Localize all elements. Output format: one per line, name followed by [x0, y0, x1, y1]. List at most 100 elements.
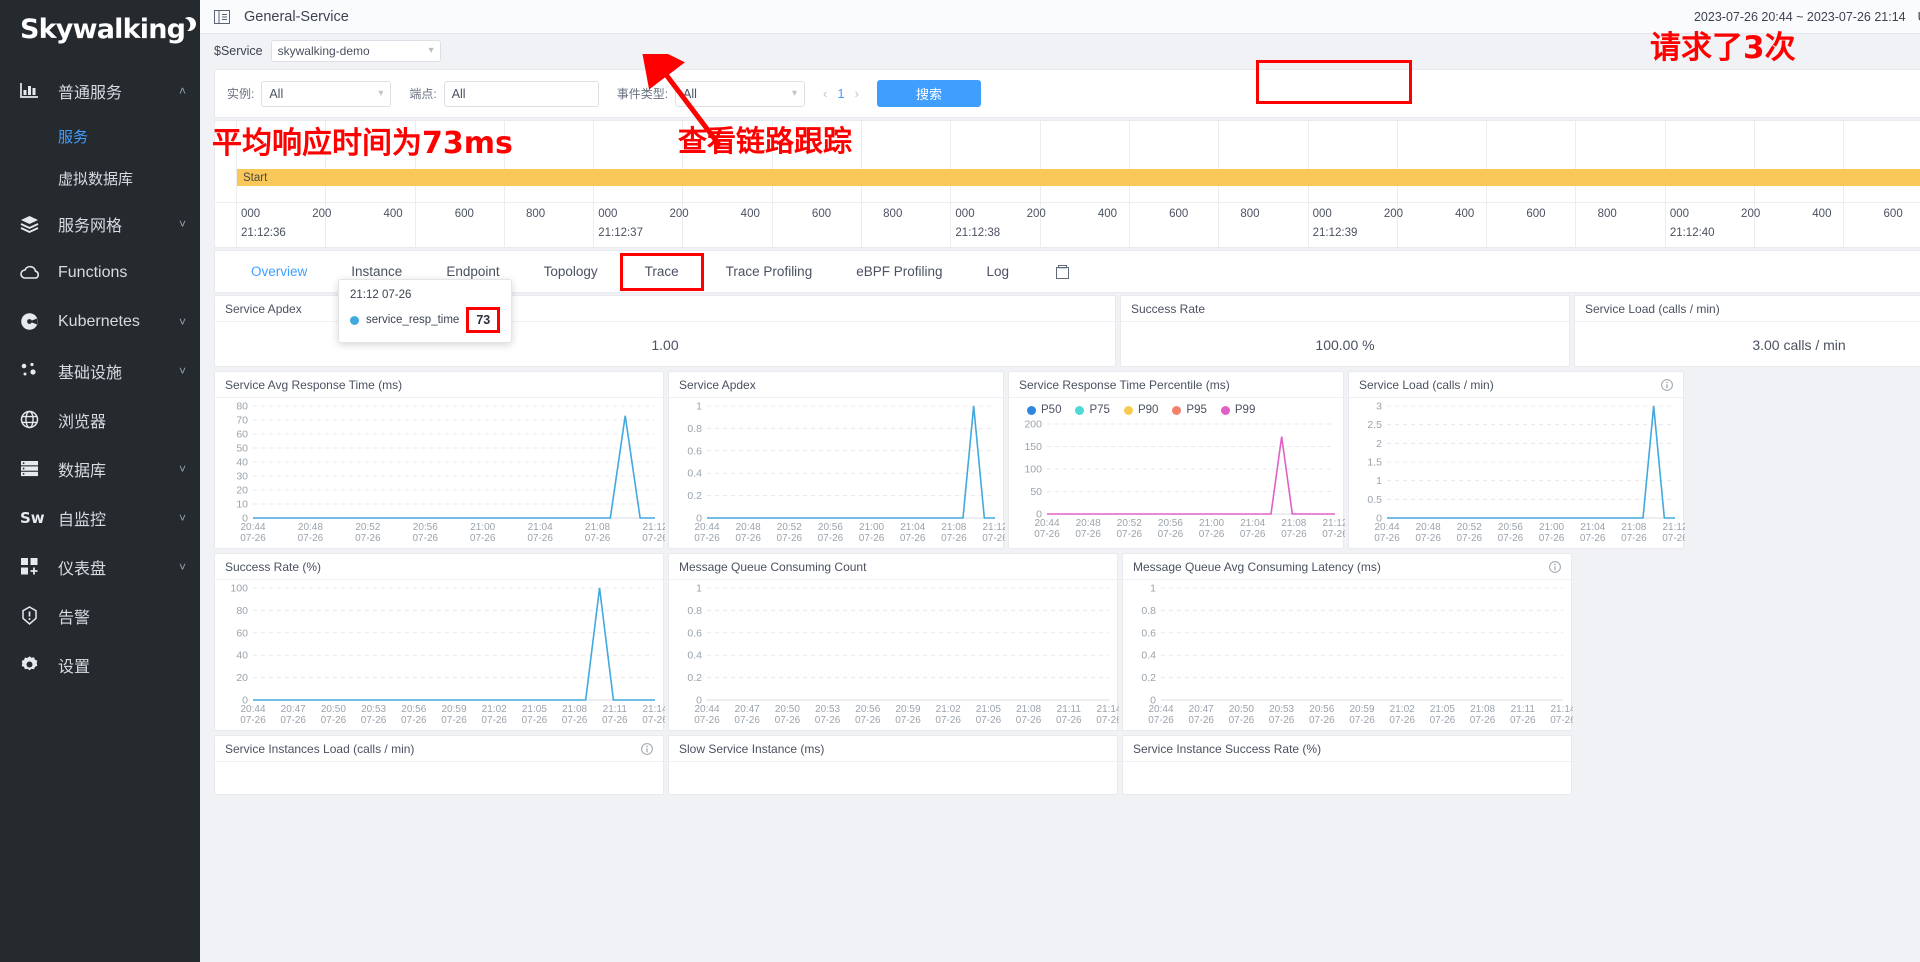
- sidebar-item-browser[interactable]: 浏览器: [0, 395, 200, 444]
- svg-text:07-26: 07-26: [1550, 715, 1573, 726]
- sidebar-item-kubernetes[interactable]: Kubernetes ˅: [0, 297, 200, 346]
- svg-text:07-26: 07-26: [1430, 715, 1456, 726]
- svg-text:07-26: 07-26: [1269, 715, 1295, 726]
- card-title-text: Message Queue Avg Consuming Latency (ms): [1133, 559, 1381, 574]
- svg-text:20:56: 20:56: [1158, 518, 1183, 529]
- sidebar-item-functions[interactable]: Functions: [0, 248, 200, 297]
- tab-overview[interactable]: Overview: [229, 250, 329, 293]
- sidebar-item-database[interactable]: 数据库 ˅: [0, 444, 200, 493]
- info-icon[interactable]: [1661, 378, 1673, 391]
- timeline-tick: 600: [1526, 208, 1546, 220]
- svg-text:07-26: 07-26: [776, 533, 802, 544]
- svg-text:0.6: 0.6: [687, 445, 702, 457]
- pagination-prev[interactable]: ‹: [823, 86, 827, 101]
- timeline-second-label: 21:12:36: [241, 227, 286, 239]
- tab-log[interactable]: Log: [965, 250, 1032, 293]
- service-select[interactable]: skywalking-demo ▾: [270, 39, 441, 62]
- card-title: Service Load (calls / min): [1575, 296, 1920, 322]
- sidebar-item-dashboard[interactable]: 仪表盘 ˅: [0, 542, 200, 591]
- sidebar-item-label: 仪表盘: [58, 560, 107, 578]
- sidebar-subitem-services[interactable]: 服务: [0, 115, 200, 157]
- timeline-tick: 400: [1812, 208, 1832, 220]
- sidebar-item-general-service[interactable]: 普通服务 ˄: [0, 66, 200, 115]
- svg-text:20:52: 20:52: [355, 522, 380, 533]
- chart-bar-icon: [20, 81, 46, 101]
- svg-text:07-26: 07-26: [527, 533, 553, 544]
- copy-icon[interactable]: [1055, 264, 1070, 280]
- chart-service-avg-response-time[interactable]: 0 10 20 30 40 50 60 70 80 20:44 07-26 20:48 07-26 20:…: [215, 398, 665, 548]
- svg-text:20:52: 20:52: [777, 522, 802, 533]
- svg-text:40: 40: [236, 650, 248, 662]
- sidebar-subitem-virtual-database[interactable]: 虚拟数据库: [0, 157, 200, 199]
- legend-item-p75[interactable]: P75: [1075, 404, 1110, 416]
- sidebar-item-service-mesh[interactable]: 服务网格 ˅: [0, 199, 200, 248]
- logo[interactable]: Skywalking: [0, 0, 200, 58]
- legend-item-p95[interactable]: P95: [1172, 404, 1207, 416]
- svg-text:60: 60: [236, 429, 248, 441]
- card-title: Service Avg Response Time (ms): [215, 372, 663, 398]
- chart-service-load[interactable]: 0 0.5 1 1.5 2 2.5 3 20:44 07-26 20:48 07-26 20:52 07…: [1349, 398, 1685, 548]
- svg-text:21:08: 21:08: [562, 704, 587, 715]
- time-range-picker[interactable]: 2023-07-26 20:44 ~ 2023-07-26 21:14: [1694, 10, 1906, 24]
- timeline-tick: 800: [525, 208, 546, 220]
- service-load-value: 3.00 calls / min: [1752, 336, 1846, 353]
- trace-timeline[interactable]: Start 000 200 400 600 800 21:12:36 000 200 400 60…: [214, 120, 1920, 248]
- alarm-icon: [20, 606, 46, 626]
- trace-span-bar[interactable]: Start: [237, 169, 1920, 186]
- legend-item-p50[interactable]: P50: [1027, 404, 1061, 416]
- info-icon[interactable]: [1549, 560, 1561, 573]
- svg-text:07-26: 07-26: [818, 533, 844, 544]
- collapse-sidebar-icon[interactable]: [214, 9, 230, 24]
- sidebar-subitem-label: 虚拟数据库: [58, 170, 134, 188]
- svg-text:21:04: 21:04: [1240, 518, 1265, 529]
- timeline-second-label: 21:12:38: [955, 227, 1001, 239]
- svg-text:20:50: 20:50: [775, 704, 800, 715]
- tab-trace-profiling[interactable]: Trace Profiling: [704, 250, 835, 293]
- svg-text:20:56: 20:56: [1309, 704, 1334, 715]
- chart-service-apdex[interactable]: 0 0.2 0.4 0.6 0.8 1 20:44 07-26 20:48 07-26 20:52 0…: [669, 398, 1005, 548]
- legend-item-p90[interactable]: P90: [1123, 404, 1158, 416]
- cloud-icon: [20, 263, 46, 283]
- instance-select[interactable]: All ▾: [261, 80, 392, 107]
- chart-service-response-time-percentile[interactable]: 0 50 100 150 200 20:44 07-26 20:48 07-26 20:52 07-…: [1009, 416, 1345, 544]
- pagination-next[interactable]: ›: [855, 86, 859, 101]
- svg-text:20:59: 20:59: [895, 704, 920, 715]
- chart-svg-service-avg-response-time: 0102030405060708020:4407-2620:4807-2620:…: [236, 401, 665, 545]
- timeline-second-label: 21:12:37: [598, 227, 643, 239]
- svg-text:20:50: 20:50: [321, 704, 346, 715]
- sidebar-item-label: 设置: [58, 658, 91, 676]
- legend-item-p99[interactable]: P99: [1220, 404, 1255, 416]
- timeline-tick: 000: [241, 208, 261, 220]
- svg-text:21:14: 21:14: [1096, 704, 1119, 715]
- tab-ebpf-profiling[interactable]: eBPF Profiling: [834, 250, 964, 293]
- sidebar-item-alarm[interactable]: 告警: [0, 591, 200, 640]
- svg-text:20:53: 20:53: [361, 704, 386, 715]
- sidebar-item-infrastructure[interactable]: 基础设施 ˅: [0, 346, 200, 395]
- svg-text:10: 10: [236, 499, 248, 511]
- tab-label: eBPF Profiling: [856, 264, 943, 279]
- tooltip-series-dot: [350, 315, 359, 325]
- endpoint-input[interactable]: All: [443, 80, 599, 107]
- search-button[interactable]: 搜索: [876, 80, 981, 107]
- service-var-label: $Service: [214, 43, 263, 58]
- svg-text:07-26: 07-26: [1116, 529, 1142, 540]
- tab-trace[interactable]: Trace: [619, 252, 704, 291]
- svg-text:07-26: 07-26: [976, 715, 1002, 726]
- chart-success-rate[interactable]: 0 20 40 60 80 100 20:44 07-26 20:47 07-26 20:50 07-…: [215, 580, 665, 730]
- chart-svg-service-response-time-percentile: 05010015020020:4407-2620:4807-2620:5207-…: [1024, 419, 1345, 541]
- info-icon[interactable]: [641, 742, 653, 755]
- chart-mq-consuming-count[interactable]: 0 0.2 0.4 0.6 0.8 1 20:44 07-26 20:47 07-26 20:50 0…: [669, 580, 1119, 730]
- sidebar-item-self-observability[interactable]: Sw 自监控 ˅: [0, 493, 200, 542]
- tab-topology[interactable]: Topology: [522, 250, 620, 293]
- main-area: General-Service 2023-07-26 20:44 ~ 2023-…: [200, 0, 1920, 962]
- pagination-page-1[interactable]: 1: [837, 86, 844, 101]
- timeline-tick: 000: [1312, 208, 1332, 220]
- chart-mq-avg-consuming-latency[interactable]: 0 0.2 0.4 0.6 0.8 1 20:44 07-26 20:47 07-26 20:50 0…: [1123, 580, 1573, 730]
- sidebar-item-settings[interactable]: 设置: [0, 640, 200, 689]
- svg-text:20:56: 20:56: [855, 704, 880, 715]
- svg-text:07-26: 07-26: [1281, 529, 1307, 540]
- svg-text:07-26: 07-26: [775, 715, 801, 726]
- svg-text:1.5: 1.5: [1367, 457, 1382, 469]
- sidebar: Skywalking 普通服务 ˄ 服务 虚拟数据库 服务网格 ˅ Functi…: [0, 0, 200, 962]
- svg-text:1: 1: [696, 401, 702, 413]
